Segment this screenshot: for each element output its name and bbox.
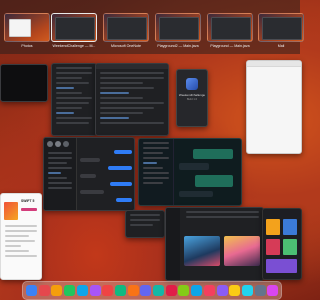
space-label: WeekendChallenge — M...	[52, 44, 96, 48]
dock-app-icon[interactable]	[102, 285, 114, 296]
space-thumbnail	[51, 13, 97, 42]
space-thumbnail	[103, 13, 149, 42]
window-finder[interactable]	[51, 63, 97, 136]
space-label: Mail	[277, 44, 285, 48]
dock-app-icon[interactable]	[241, 285, 253, 296]
space-mail[interactable]: Mail	[258, 13, 304, 53]
space-photos[interactable]: Photos	[4, 13, 50, 53]
dock-app-icon[interactable]	[64, 285, 76, 296]
space-thumbnail	[207, 13, 253, 42]
space-thumbnail	[4, 13, 50, 42]
window-messages[interactable]	[43, 137, 135, 211]
app-title: WeekendChallenge	[178, 93, 206, 97]
dock-app-icon[interactable]	[114, 285, 126, 296]
dock-app-icon[interactable]	[76, 285, 88, 296]
dock-app-icon[interactable]	[165, 285, 177, 296]
space-label: Photos	[21, 44, 33, 48]
space-onenote[interactable]: Microsoft OneNote	[103, 13, 149, 53]
space-label: Playground2 — Main.java	[157, 44, 199, 48]
space-weekendchallenge[interactable]: WeekendChallenge — M...	[51, 13, 97, 53]
space-playground2[interactable]: Playground2 — Main.java	[155, 13, 201, 53]
window-xcode[interactable]	[95, 63, 169, 136]
dock-app-icon[interactable]	[89, 285, 101, 296]
window-app-info[interactable]: WeekendChallenge Build 1.0	[176, 69, 208, 127]
dock-app-icon[interactable]	[153, 285, 164, 296]
space-thumbnail	[258, 13, 304, 42]
window-white[interactable]	[246, 60, 302, 154]
dock-app-icon[interactable]	[38, 285, 50, 296]
space-playground[interactable]: Playground — Main.java	[207, 13, 253, 53]
window-media[interactable]	[165, 207, 264, 281]
app-subtitle: Build 1.0	[186, 98, 198, 101]
dock-app-icon[interactable]	[254, 285, 266, 296]
dock-app-icon[interactable]	[140, 285, 152, 296]
window-small-dark[interactable]	[125, 210, 165, 238]
space-label: Playground — Main.java	[210, 44, 250, 48]
dock-app-icon[interactable]	[26, 285, 37, 296]
dock-app-icon[interactable]	[178, 285, 190, 296]
spaces-bar: Photos WeekendChallenge — M... Microsoft…	[0, 0, 304, 54]
window-chat-app[interactable]	[138, 138, 242, 206]
dock-app-icon[interactable]	[216, 285, 228, 296]
dock-app-icon[interactable]	[51, 285, 63, 296]
dock-app-icon[interactable]	[267, 285, 279, 296]
dock	[22, 281, 282, 300]
dock-app-icon[interactable]	[229, 285, 241, 296]
dock-app-icon[interactable]	[203, 285, 215, 296]
window-gallery[interactable]	[262, 208, 302, 280]
space-thumbnail	[155, 13, 201, 42]
dock-app-icon[interactable]	[191, 285, 203, 296]
app-icon	[186, 78, 198, 90]
window-article[interactable]: SWIFT 5	[0, 193, 42, 280]
dock-app-icon[interactable]	[127, 285, 139, 296]
space-label: Microsoft OneNote	[111, 44, 141, 48]
window-black[interactable]	[0, 64, 48, 102]
